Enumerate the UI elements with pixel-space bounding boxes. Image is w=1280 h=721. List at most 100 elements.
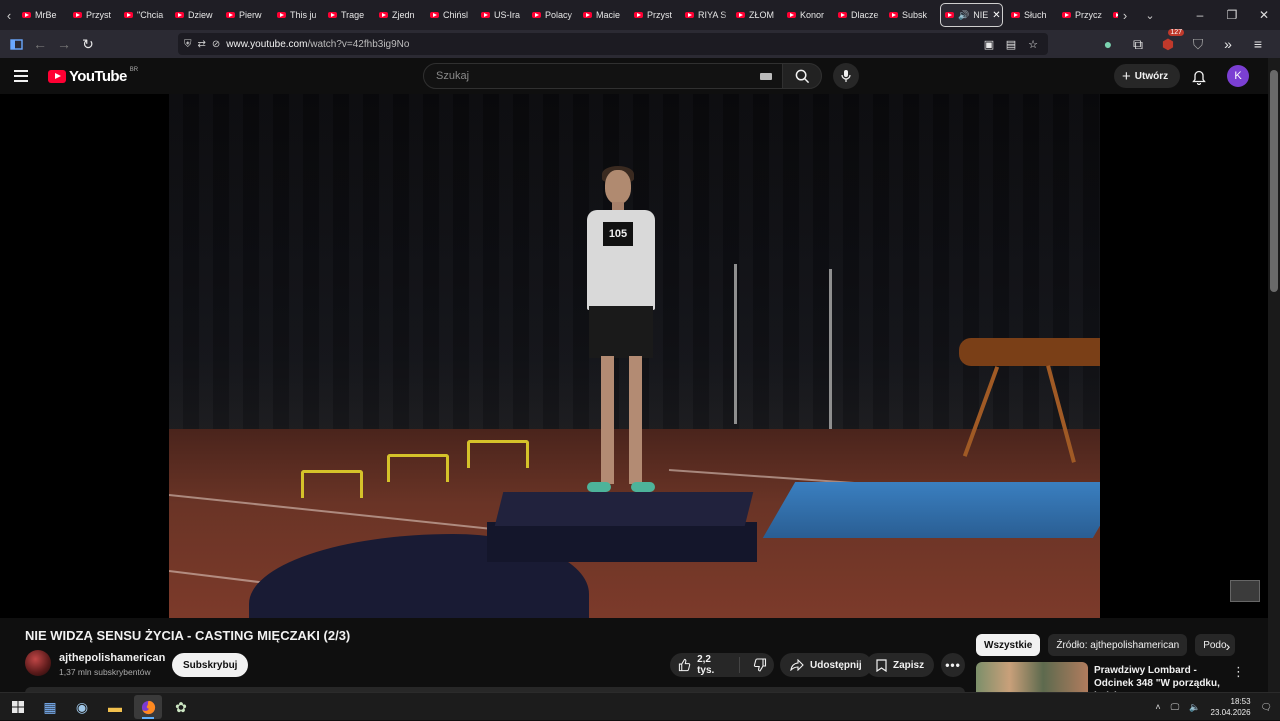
left-shoe (587, 482, 611, 492)
tab-close-icon[interactable]: ✕ (992, 10, 1000, 21)
youtube-favicon-icon (945, 12, 954, 18)
channel-avatar[interactable] (25, 650, 51, 676)
other-app-icon[interactable]: ✿ (167, 695, 195, 719)
picture-in-picture-icon[interactable]: ▣ (980, 35, 998, 53)
share-button[interactable]: Udostępnij (780, 653, 872, 677)
more-actions-button[interactable]: ••• (941, 653, 965, 677)
url-text[interactable]: www.youtube.com/watch?v=42fhb3ig9No (226, 39, 409, 50)
thumbs-up-icon (678, 658, 691, 672)
browser-tab[interactable]: Przyst (630, 3, 681, 27)
clock[interactable]: 18:53 23.04.2026 (1211, 696, 1251, 718)
browser-tab[interactable]: Konor (783, 3, 834, 27)
tab-audio-speaker-icon[interactable]: 🔊 (958, 10, 969, 21)
youtube-logo[interactable]: YouTube BR (48, 67, 138, 85)
notifications-center-icon[interactable]: 🗨 (1261, 702, 1272, 713)
restore-button[interactable]: ❐ (1216, 0, 1248, 30)
address-bar[interactable]: ⛨ ⇄ ⊘ www.youtube.com/watch?v=42fhb3ig9N… (178, 33, 1048, 55)
clock-time: 18:53 (1230, 697, 1251, 706)
reader-view-icon[interactable]: ▤ (1002, 35, 1020, 53)
notifications-button[interactable] (1188, 66, 1210, 88)
reload-icon[interactable]: ↻ (76, 32, 100, 56)
voice-search-button[interactable] (833, 63, 859, 89)
browser-tab[interactable]: Subsk (885, 3, 936, 27)
browser-navbar: ← → ↻ ⛨ ⇄ ⊘ www.youtube.com/watch?v=42fh… (0, 29, 1280, 58)
volume-icon[interactable]: 🔈 (1189, 702, 1200, 713)
site-info-shield-icon[interactable]: ⛨ (184, 39, 192, 50)
youtube-favicon-icon (277, 12, 286, 18)
tab-list-dropdown-icon[interactable]: ⌄ (1140, 0, 1160, 30)
browser-tab[interactable]: "Chcia (120, 3, 171, 27)
browser-tab[interactable]: Macie (579, 3, 630, 27)
browser-tab[interactable]: Zjedn (375, 3, 426, 27)
browser-tab[interactable]: Chińsl (426, 3, 477, 27)
app-menu-icon[interactable]: ≡ (1246, 32, 1270, 56)
search-input[interactable] (434, 69, 734, 83)
browser-tab[interactable]: Dziew (171, 3, 222, 27)
tab-label: Macie (596, 10, 621, 20)
subscribe-button[interactable]: Subskrybuj (172, 653, 249, 677)
steam-app-icon[interactable]: ◉ (68, 695, 96, 719)
tabs-scroll-left-button[interactable]: ‹ (0, 0, 18, 30)
filter-chip[interactable]: Wszystkie (976, 634, 1041, 656)
browser-tab[interactable]: Polacy (528, 3, 579, 27)
network-icon[interactable]: 🖵 (1171, 702, 1180, 713)
browser-tab-active[interactable]: 🔊 NIE ✕ (940, 3, 1003, 27)
dislike-button[interactable] (746, 658, 774, 672)
page-scrollbar[interactable] (1268, 58, 1280, 692)
chips-next-arrow-icon[interactable]: › (1220, 638, 1236, 654)
tabs-scroll-right-button[interactable]: › (1116, 0, 1134, 30)
scrollbar-thumb[interactable] (1270, 70, 1278, 292)
browser-tab[interactable]: Pierw (222, 3, 273, 27)
computer-app-icon[interactable]: ▦ (36, 695, 64, 719)
account-avatar[interactable]: K (1227, 65, 1249, 87)
search-button[interactable] (782, 63, 822, 89)
browser-tab[interactable]: Przycz (1058, 3, 1109, 27)
overflow-chevron-icon[interactable]: » (1216, 32, 1240, 56)
extensions-puzzle-icon[interactable]: ⧉ (1126, 32, 1150, 56)
start-windows-icon[interactable] (4, 695, 32, 719)
video-frame[interactable]: 105 (169, 94, 1100, 618)
close-window-button[interactable]: ✕ (1248, 0, 1280, 30)
tracking-protection-icon[interactable]: ⇄ (198, 39, 206, 50)
file-explorer-icon[interactable]: ▬ (101, 695, 129, 719)
browser-tab[interactable]: Dlacze (834, 3, 885, 27)
windows-taskbar: ▦ ◉ ▬ ✿ ˄ 🖵 🔈 18:53 23.04.2026 🗨 (0, 692, 1280, 720)
filter-chip[interactable]: Źródło: ajthepolishamerican (1048, 634, 1188, 656)
back-icon[interactable]: ← (28, 32, 52, 56)
bookmark-star-icon[interactable]: ☆ (1024, 35, 1042, 53)
save-button[interactable]: Zapisz (866, 653, 935, 677)
system-tray: ˄ 🖵 🔈 18:53 23.04.2026 🗨 (1155, 693, 1272, 721)
browser-tab[interactable]: Słuch (1007, 3, 1058, 27)
forward-icon[interactable]: → (52, 32, 76, 56)
youtube-favicon-icon (22, 12, 31, 18)
related-filter-chips: Wszystkie Źródło: ajthepolishamerican Podo (976, 634, 1240, 656)
privacy-extension-icon[interactable]: ⛉ (1186, 32, 1210, 56)
browser-tab[interactable]: US-Ira (477, 3, 528, 27)
extension-badge-count: 127 (1168, 29, 1184, 36)
browser-tab[interactable]: Przyst (69, 3, 120, 27)
tray-overflow-chevron-icon[interactable]: ˄ (1155, 702, 1160, 712)
guide-menu-icon[interactable] (14, 66, 34, 86)
browser-tab[interactable]: This ju (273, 3, 324, 27)
video-player[interactable]: 105 (0, 94, 1268, 618)
browser-tab[interactable]: MrBe (18, 3, 69, 27)
channel-name[interactable]: ajthepolishamerican (59, 652, 165, 664)
keyboard-icon[interactable] (760, 73, 772, 80)
firefox-app-icon[interactable] (134, 695, 162, 719)
vpn-extension-icon[interactable]: ● (1096, 32, 1120, 56)
high-jump-stand (734, 264, 737, 424)
window-controls: – ❐ ✕ (1184, 0, 1280, 30)
like-button[interactable]: 2,2 tys. (670, 654, 740, 676)
tab-label: Dziew (188, 10, 213, 20)
browser-tab[interactable]: Trage (324, 3, 375, 27)
ublock-extension-icon[interactable]: ⬢ 127 (1156, 29, 1184, 56)
minimize-button[interactable]: – (1184, 0, 1216, 30)
sidebar-toggle-icon[interactable] (4, 32, 28, 56)
create-button[interactable]: + Utwórz (1114, 64, 1181, 88)
recommendation-menu-icon[interactable]: ⋮ (1232, 664, 1245, 680)
recommended-video-thumbnail[interactable] (976, 662, 1088, 692)
browser-tab[interactable]: ZŁOM (732, 3, 783, 27)
browser-tab[interactable]: RIYA S (681, 3, 732, 27)
permissions-icon[interactable]: ⊘ (212, 39, 220, 50)
channel-watermark[interactable] (1230, 580, 1260, 602)
